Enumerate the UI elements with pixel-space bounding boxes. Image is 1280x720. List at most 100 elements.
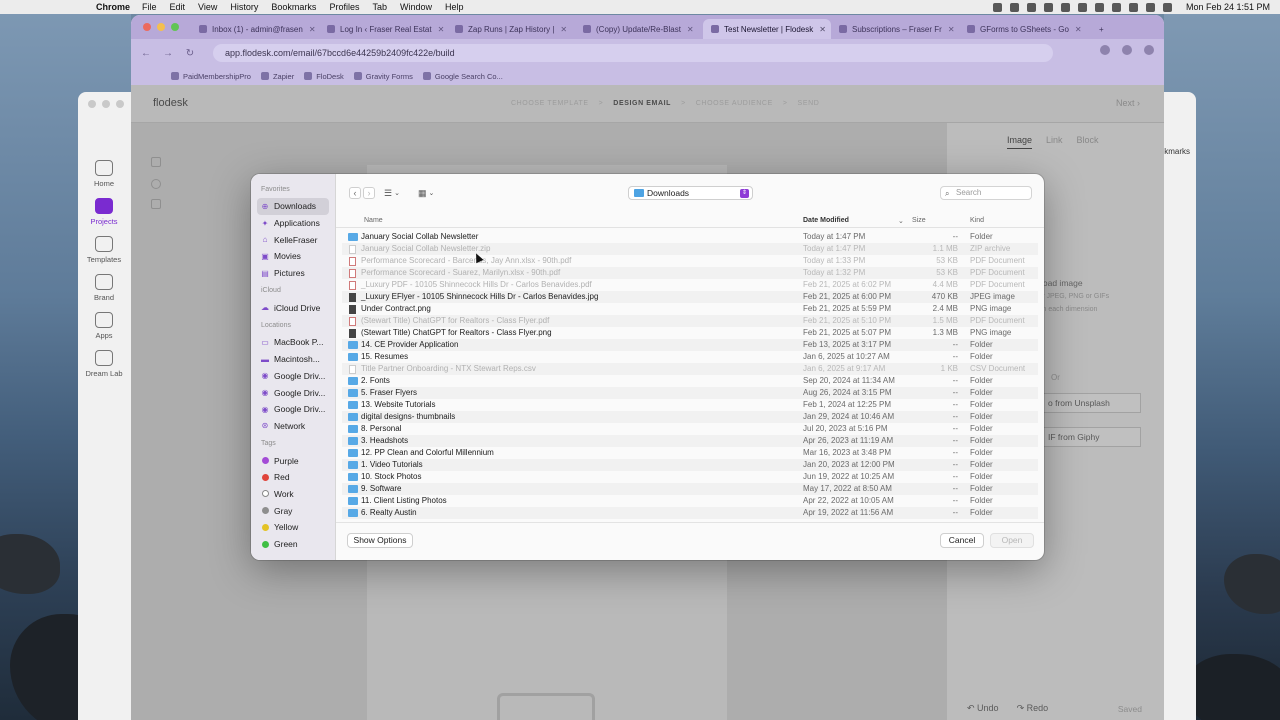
- sidebar-item-macbook[interactable]: ▭ MacBook P...: [257, 334, 329, 351]
- menu-edit[interactable]: Edit: [170, 2, 186, 12]
- address-bar[interactable]: app.flodesk.com/email/67bccd6e44259b2409…: [213, 44, 1053, 62]
- sidebar-item-brand[interactable]: Brand: [78, 274, 130, 302]
- menu-bookmarks[interactable]: Bookmarks: [271, 2, 316, 12]
- sidebar-tag-red[interactable]: Red: [257, 469, 329, 486]
- column-kind[interactable]: Kind: [970, 217, 984, 224]
- menu-tab[interactable]: Tab: [372, 2, 387, 12]
- close-tab-icon[interactable]: ✕: [438, 25, 445, 34]
- file-row[interactable]: 3. Headshots Apr 26, 2023 at 11:19 AM -- Fo…: [342, 435, 1038, 447]
- screen-icon[interactable]: [1060, 2, 1070, 12]
- unsplash-button[interactable]: o from Unsplash: [1041, 393, 1141, 413]
- control-center-icon[interactable]: [1145, 2, 1155, 12]
- tab-gforms-gsheets[interactable]: GForms to GSheets - Go ✕: [959, 19, 1087, 39]
- bookmark-item[interactable]: Gravity Forms: [353, 72, 413, 81]
- tab-stripe-subscriptions[interactable]: Subscriptions – Fraser Fr ✕: [831, 19, 959, 39]
- step-design-email[interactable]: DESIGN EMAIL: [613, 100, 671, 107]
- file-row[interactable]: 12. PP Clean and Colorful Millennium Mar …: [342, 447, 1038, 459]
- menu-profiles[interactable]: Profiles: [329, 2, 359, 12]
- search-input[interactable]: ⌕ Search: [940, 186, 1032, 200]
- sidebar-item-home[interactable]: Home: [78, 160, 130, 188]
- new-tab-button[interactable]: +: [1091, 19, 1111, 39]
- close-window-icon[interactable]: [143, 23, 151, 31]
- whatsapp-icon[interactable]: [1043, 2, 1053, 12]
- file-row[interactable]: 1. Video Tutorials Jan 20, 2023 at 12:00 …: [342, 459, 1038, 471]
- back-icon[interactable]: ←: [139, 48, 153, 59]
- close-tab-icon[interactable]: ✕: [560, 25, 567, 34]
- sidebar-item-google-drive[interactable]: ◉ Google Driv...: [257, 368, 329, 385]
- reload-icon[interactable]: ↻: [183, 48, 197, 59]
- flodesk-logo[interactable]: flodesk: [153, 97, 188, 109]
- close-tab-icon[interactable]: ✕: [948, 25, 955, 34]
- close-tab-icon[interactable]: ✕: [687, 25, 694, 34]
- more-menu-icon[interactable]: [1144, 45, 1154, 55]
- heart-icon[interactable]: [151, 179, 161, 189]
- sidebar-item-movies[interactable]: ▣ Movies: [257, 248, 329, 265]
- file-row[interactable]: 13. Website Tutorials Feb 1, 2024 at 12:2…: [342, 399, 1038, 411]
- file-row[interactable]: Under Contract.png Feb 21, 2025 at 5:59 P…: [342, 303, 1038, 315]
- bookmark-item[interactable]: FloDesk: [304, 72, 344, 81]
- drive-icon[interactable]: [1009, 2, 1019, 12]
- sidebar-item-macintosh-hd[interactable]: ▬ Macintosh...: [257, 351, 329, 368]
- column-size[interactable]: Size: [912, 217, 926, 224]
- close-tab-icon[interactable]: ✕: [309, 25, 316, 34]
- sidebar-item-pictures[interactable]: ▤ Pictures: [257, 265, 329, 282]
- sidebar-tag-work[interactable]: Work: [257, 486, 329, 503]
- tab-flodesk-newsletter[interactable]: Test Newsletter | Flodesk ✕: [703, 19, 831, 39]
- file-row[interactable]: 10. Stock Photos Jun 19, 2022 at 10:25 AM…: [342, 471, 1038, 483]
- share-icon[interactable]: [151, 199, 161, 209]
- menu-clock[interactable]: Mon Feb 24 1:51 PM: [1186, 2, 1270, 12]
- file-row[interactable]: January Social Collab Newsletter Today at…: [342, 231, 1038, 243]
- step-choose-audience[interactable]: CHOOSE AUDIENCE: [696, 100, 773, 107]
- send-icon[interactable]: [151, 157, 161, 167]
- record-icon[interactable]: [992, 2, 1002, 12]
- redo-button[interactable]: ↷ Redo: [1017, 703, 1049, 714]
- tab-zap-runs[interactable]: Zap Runs | Zap History | ✕: [447, 19, 575, 39]
- open-button[interactable]: Open: [990, 533, 1034, 548]
- file-row[interactable]: 8. Personal Jul 20, 2023 at 5:16 PM -- Fold…: [342, 423, 1038, 435]
- sidebar-tag-purple[interactable]: Purple: [257, 452, 329, 469]
- close-tab-icon[interactable]: ✕: [819, 25, 826, 34]
- bookmark-item[interactable]: Google Search Co...: [422, 72, 503, 81]
- undo-button[interactable]: ↶ Undo: [967, 703, 999, 714]
- file-row[interactable]: _Luxury EFlyer - 10105 Shinnecock Hills …: [342, 291, 1038, 303]
- cloud-icon[interactable]: [1077, 2, 1087, 12]
- spotlight-icon[interactable]: [1128, 2, 1138, 12]
- sidebar-item-network[interactable]: ⊛ Network: [257, 418, 329, 435]
- messenger-icon[interactable]: [1026, 2, 1036, 12]
- upload-image-area[interactable]: load image y JPEG, PNG or GIFs in each d…: [1041, 278, 1109, 314]
- file-row[interactable]: 5. Fraser Flyers Aug 26, 2024 at 3:15 PM -…: [342, 387, 1038, 399]
- step-choose-template[interactable]: CHOOSE TEMPLATE: [511, 100, 589, 107]
- column-date-modified[interactable]: Date Modified: [803, 217, 849, 224]
- back-icon[interactable]: ‹: [349, 187, 361, 199]
- close-tab-icon[interactable]: ✕: [1075, 25, 1082, 34]
- show-options-button[interactable]: Show Options: [347, 533, 413, 548]
- file-row[interactable]: (Stewart Title) ChatGPT for Realtors - C…: [342, 327, 1038, 339]
- sidebar-item-icloud-drive[interactable]: ☁ iCloud Drive: [257, 299, 329, 316]
- giphy-button[interactable]: IF from Giphy: [1041, 427, 1141, 447]
- menu-file[interactable]: File: [142, 2, 157, 12]
- tab-wordpress-login[interactable]: Log In ‹ Fraser Real Estat ✕: [319, 19, 447, 39]
- siri-icon[interactable]: [1162, 2, 1172, 12]
- menu-view[interactable]: View: [198, 2, 217, 12]
- list-view-button[interactable]: ☰ ⌄: [384, 187, 400, 199]
- file-list[interactable]: January Social Collab Newsletter Today at…: [342, 231, 1038, 521]
- forward-icon[interactable]: ›: [363, 187, 375, 199]
- sidebar-item-google-drive[interactable]: ◉ Google Driv...: [257, 384, 329, 401]
- cancel-button[interactable]: Cancel: [940, 533, 984, 548]
- sidebar-item-dream-lab[interactable]: Dream Lab: [78, 350, 130, 378]
- file-row[interactable]: 14. CE Provider Application Feb 13, 2025 …: [342, 339, 1038, 351]
- tab-gmail-inbox[interactable]: Inbox (1) - admin@frasen ✕: [191, 19, 319, 39]
- grid-view-button[interactable]: ▦ ⌄: [418, 187, 434, 199]
- file-row[interactable]: 11. Client Listing Photos Apr 22, 2022 at…: [342, 495, 1038, 507]
- menu-window[interactable]: Window: [400, 2, 432, 12]
- sidebar-item-templates[interactable]: Templates: [78, 236, 130, 264]
- file-row[interactable]: 9. Software May 17, 2022 at 8:50 AM -- Fold…: [342, 483, 1038, 495]
- wifi-icon[interactable]: [1111, 2, 1121, 12]
- extensions-icon[interactable]: [1100, 45, 1110, 55]
- column-name[interactable]: Name: [364, 217, 383, 224]
- menu-history[interactable]: History: [230, 2, 258, 12]
- sidebar-tag-green[interactable]: Green: [257, 536, 329, 553]
- tab-block[interactable]: Block: [1077, 135, 1099, 149]
- tab-link[interactable]: Link: [1046, 135, 1063, 149]
- forward-icon[interactable]: →: [161, 48, 175, 59]
